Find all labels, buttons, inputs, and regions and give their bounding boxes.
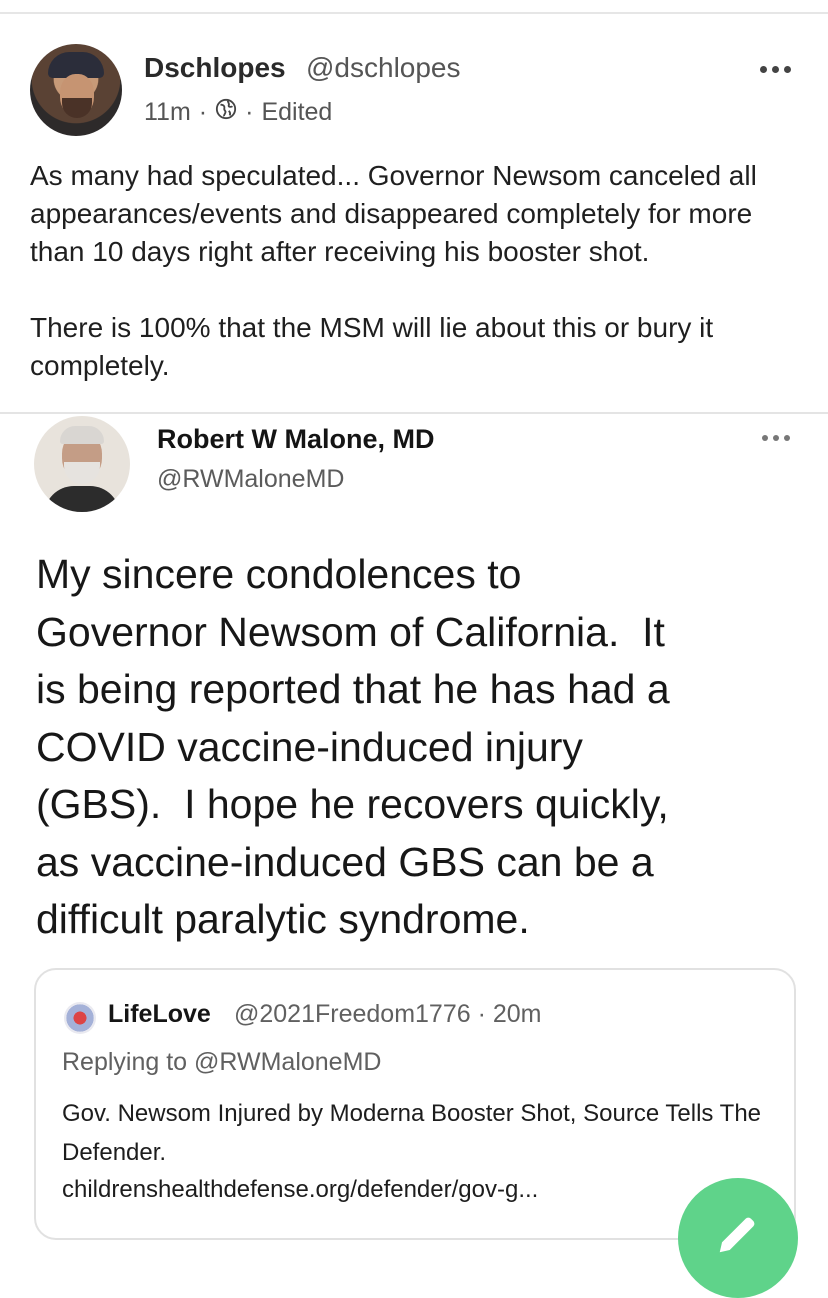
quoted-avatar: [64, 1002, 96, 1034]
author-handle[interactable]: @dschlopes: [306, 52, 461, 84]
avatar[interactable]: [30, 44, 122, 136]
quoted-handle-time: @2021Freedom1776 · 20m: [234, 1000, 542, 1028]
tweet-line: COVID vaccine-induced injury: [36, 723, 583, 770]
tweet-line: Governor Newsom of California. It: [36, 608, 665, 655]
post-paragraph: There is 100% that the MSM will lie abou…: [30, 312, 714, 381]
edited-label: Edited: [261, 98, 333, 126]
avatar-beard: [62, 98, 92, 118]
more-horizontal-icon: [760, 430, 792, 446]
embedded-author-name: Robert W Malone, MD: [157, 424, 435, 454]
post-meta: 11m · · Edited: [144, 98, 332, 127]
tweet-line: (GBS). I hope he recovers quickly,: [36, 781, 669, 827]
globe-icon: [215, 98, 237, 127]
quoted-tweet-card: LifeLove @2021Freedom1776 · 20m Replying…: [34, 968, 796, 1240]
replying-to: Replying to @RWMaloneMD: [62, 1048, 382, 1076]
quoted-link: childrenshealthdefense.org/defender/gov-…: [62, 1176, 539, 1203]
post-text: As many had speculated... Governor Newso…: [30, 157, 810, 423]
quoted-author-name: LifeLove: [108, 1000, 211, 1028]
post-divider: [0, 412, 828, 414]
embedded-author-handle: @RWMaloneMD: [157, 465, 345, 493]
post-paragraph: As many had speculated... Governor Newso…: [30, 160, 757, 267]
quoted-text: Gov. Newsom Injured by Moderna Booster S…: [62, 1100, 762, 1166]
post-time: 11m: [144, 98, 191, 126]
tweet-line: as vaccine-induced GBS can be a: [36, 838, 654, 885]
tweet-line: is being reported that he has had a: [36, 666, 670, 712]
author-display-name[interactable]: Dschlopes: [144, 52, 286, 84]
top-divider: [0, 12, 828, 14]
meta-separator: ·: [245, 98, 254, 126]
meta-separator: ·: [198, 98, 208, 126]
tweet-line: difficult paralytic syndrome.: [36, 896, 530, 942]
compose-button[interactable]: [678, 1178, 798, 1298]
pencil-icon: [719, 1217, 755, 1253]
tweet-line: My sincere condolences to: [36, 551, 522, 597]
embedded-tweet-body: My sincere condolences to Governor Newso…: [36, 546, 796, 949]
more-horizontal-icon[interactable]: [758, 60, 794, 78]
embedded-avatar: [34, 416, 130, 512]
